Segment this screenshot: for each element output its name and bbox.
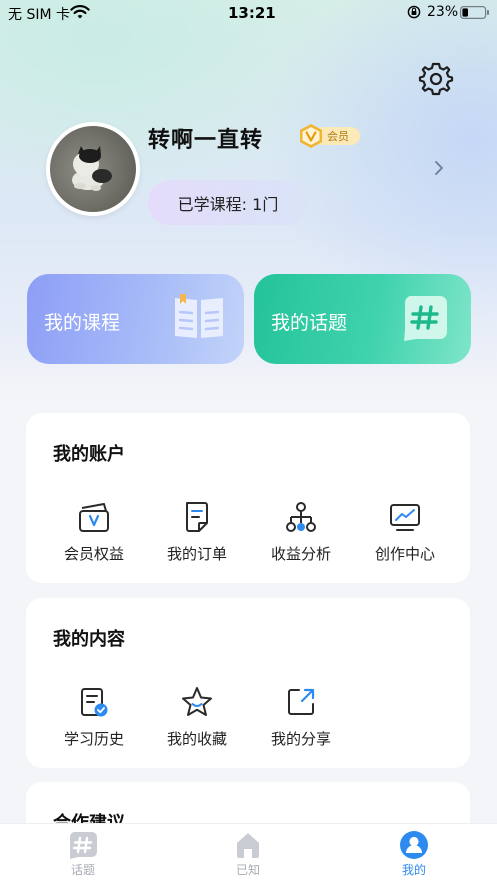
vip-benefits-label: 会员权益: [63, 545, 124, 563]
revenue-analysis-item[interactable]: 收益分析: [251, 499, 351, 564]
share-icon: [288, 688, 315, 715]
my-orders-item[interactable]: 我的订单: [147, 499, 247, 564]
cat-photo: [72, 146, 112, 191]
courses-learned-text: 已学课程: 1门: [177, 194, 279, 214]
hashtag-icon: [404, 296, 447, 341]
monitor-chart-icon: [390, 504, 420, 531]
tab-topics[interactable]: 话题: [43, 830, 123, 878]
tab-known[interactable]: 已知: [208, 830, 288, 878]
username: 转啊一直转: [148, 128, 264, 153]
my-favorites-item[interactable]: 我的收藏: [147, 684, 247, 749]
chevron-right-icon[interactable]: [432, 158, 446, 178]
account-section-title: 我的账户: [53, 444, 125, 465]
battery-percent: 23%: [427, 4, 459, 20]
tab-topics-label: 话题: [70, 863, 95, 877]
hashtag-icon: [69, 832, 97, 859]
creator-center-item[interactable]: 创作中心: [355, 499, 455, 564]
study-history-label: 学习历史: [63, 730, 124, 748]
open-book-icon: [175, 294, 223, 338]
home-icon: [237, 833, 259, 858]
creator-center-label: 创作中心: [374, 545, 435, 563]
star-icon: [182, 687, 212, 716]
content-section-title: 我的内容: [53, 629, 125, 650]
tab-known-label: 已知: [235, 863, 260, 877]
my-shares-item[interactable]: 我的分享: [251, 684, 351, 749]
account-section: 我的账户 会员权益 我的订单 收益分析 创作中心: [26, 413, 470, 583]
revenue-analysis-label: 收益分析: [270, 545, 331, 563]
vip-label: 会员: [327, 130, 349, 143]
clock-text: 13:21: [228, 4, 276, 22]
my-orders-label: 我的订单: [166, 545, 227, 563]
profile-icon: [400, 831, 428, 859]
content-section: 我的内容 学习历史 我的收藏 我的分享: [26, 598, 470, 768]
vip-benefits-item[interactable]: 会员权益: [44, 499, 144, 564]
my-topics-label: 我的话题: [271, 312, 348, 334]
my-favorites-label: 我的收藏: [166, 730, 227, 748]
wifi-icon: [70, 5, 90, 19]
settings-gear-icon[interactable]: [418, 60, 454, 96]
status-bar: 无 SIM 卡 13:21 23%: [0, 0, 497, 26]
my-topics-card[interactable]: 我的话题: [254, 274, 471, 364]
battery-icon: [460, 6, 489, 19]
order-doc-icon: [186, 502, 208, 532]
my-courses-label: 我的课程: [44, 312, 121, 334]
courses-learned-pill[interactable]: 已学课程: 1门: [148, 180, 308, 225]
history-doc-icon: [81, 688, 108, 717]
carrier-text: 无 SIM 卡: [8, 7, 70, 23]
my-courses-card[interactable]: 我的课程: [27, 274, 244, 364]
tab-mine-label: 我的: [401, 863, 426, 877]
tab-mine[interactable]: 我的: [374, 830, 454, 878]
avatar[interactable]: [46, 122, 140, 216]
study-history-item[interactable]: 学习历史: [44, 684, 144, 749]
tab-bar: 话题 已知 我的: [0, 823, 497, 883]
network-icon: [286, 502, 316, 532]
vip-card-icon: [79, 503, 109, 532]
orientation-lock-icon: [407, 5, 421, 19]
my-shares-label: 我的分享: [270, 730, 331, 748]
